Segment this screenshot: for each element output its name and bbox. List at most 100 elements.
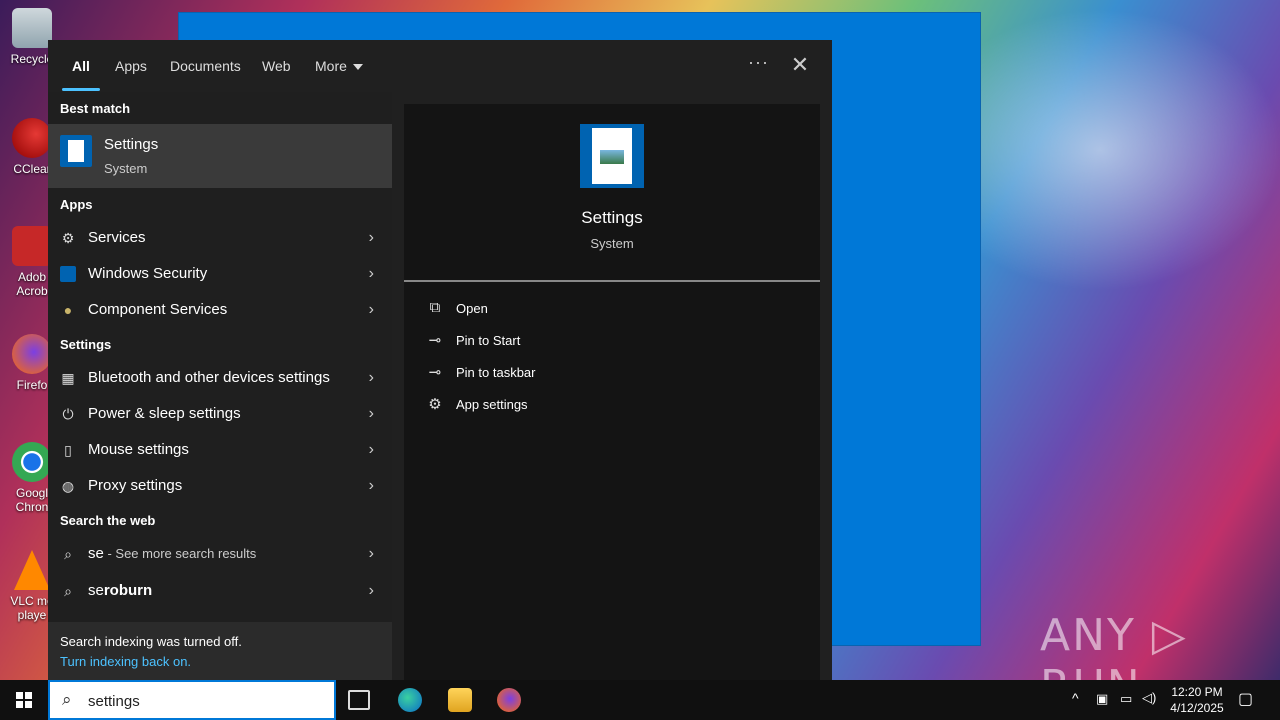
chevron-up-icon[interactable]: ^ [1072,690,1079,720]
tab-all[interactable]: All [72,58,90,74]
pin-icon: ⊸ [428,364,442,381]
action-label: Open [456,301,488,316]
chevron-right-icon[interactable]: › [369,582,374,600]
file-explorer-icon[interactable] [448,688,472,712]
web-result-seroburn[interactable]: ⌕ seroburn › [48,573,392,609]
result-label: Bluetooth and other devices settings [88,369,330,386]
tab-more-label: More [315,58,347,74]
settings-large-icon [580,124,644,188]
tab-apps[interactable]: Apps [115,58,147,74]
chevron-right-icon[interactable]: › [369,405,374,423]
web-result-label: seroburn [88,582,153,599]
globe-icon: ◍ [61,478,75,494]
recycle-bin-icon [12,8,52,48]
edge-icon[interactable] [398,688,422,712]
web-query: se [88,545,104,562]
clock-time: 12:20 PM [1171,685,1223,699]
action-label: Pin to taskbar [456,365,536,380]
turn-indexing-on-link[interactable]: Turn indexing back on. [60,654,191,669]
result-component-services[interactable]: ● Component Services › [48,292,392,328]
result-label: Services [88,229,146,246]
chevron-right-icon[interactable]: › [369,545,374,563]
bluetooth-devices-icon: ▦ [61,370,75,386]
background-window-titlebar [179,13,980,41]
more-options-icon[interactable]: ··· [748,52,769,73]
windows-security-icon [60,266,76,282]
desktop-icon-label: CClear [13,162,51,176]
component-services-icon: ● [63,302,73,318]
search-panel: All Apps Documents Web More ··· ✕ Best m… [48,40,832,680]
desktop-icon-label: Firefo [16,378,48,392]
network-icon[interactable]: ▭ [1120,691,1132,720]
clock-date: 4/12/2025 [1170,701,1224,715]
windows-logo-icon [16,692,32,708]
settings-header: Settings [60,337,112,352]
tab-web[interactable]: Web [262,58,291,74]
chevron-right-icon[interactable]: › [369,441,374,459]
best-match-item[interactable]: Settings System [48,124,392,188]
acrobat-icon [12,226,52,266]
result-power-sleep-settings[interactable]: ⏻ Power & sleep settings › [48,396,392,432]
action-label: App settings [456,397,528,412]
result-mouse-settings[interactable]: ▯ Mouse settings › [48,432,392,468]
chevron-right-icon[interactable]: › [369,229,374,247]
chrome-icon [12,442,52,482]
indexing-notice-text: Search indexing was turned off. [60,634,242,649]
mouse-icon: ▯ [64,442,72,458]
apps-header: Apps [60,197,93,212]
search-icon: ⌕ [64,583,72,599]
taskbar-search-box[interactable]: ⌕ [48,680,336,720]
active-tab-indicator [62,88,100,91]
meet-now-icon[interactable]: ▣ [1096,691,1108,720]
start-button[interactable] [0,680,48,720]
gear-icon: ⚙ [428,396,442,413]
firefox-icon [12,334,52,374]
result-label: Component Services [88,301,228,318]
detail-title: Settings [581,208,643,227]
action-label: Pin to Start [456,333,521,348]
best-match-type: System [104,161,148,176]
search-web-header: Search the web [60,513,156,528]
power-icon: ⏻ [62,406,74,422]
desktop-icon-label: Recycle [10,52,54,66]
chevron-right-icon[interactable]: › [369,301,374,319]
taskbar: ⌕ ^ ▣ ▭ ◁) 12:20 PM 4/12/2025 ▢ [0,680,1280,720]
open-icon: ⧉ [429,299,441,316]
ccleaner-icon [12,118,52,158]
caret-down-icon [352,64,363,71]
close-icon[interactable]: ✕ [790,52,810,77]
detail-subtitle: System [590,236,634,251]
result-windows-security[interactable]: Windows Security › [48,256,392,292]
tab-more[interactable]: More [315,58,363,74]
results-list: Best match Settings System Apps ⚙ Servic… [48,92,392,680]
result-label: Power & sleep settings [88,405,241,422]
best-match-header: Best match [60,101,131,116]
result-proxy-settings[interactable]: ◍ Proxy settings › [48,468,392,504]
indexing-notice: Search indexing was turned off. Turn ind… [48,622,392,680]
chevron-right-icon[interactable]: › [369,369,374,387]
services-icon: ⚙ [61,230,75,246]
desktop-icon-label: Adob Acrob [16,270,48,298]
detail-pane: Settings System ⧉ Open ⊸ Pin to Start ⊸ … [404,104,820,680]
search-icon: ⌕ [62,690,72,709]
chevron-right-icon[interactable]: › [369,265,374,283]
search-icon: ⌕ [64,546,72,562]
volume-icon[interactable]: ◁) [1142,690,1156,720]
settings-app-icon [60,135,92,167]
web-query-suffix: - See more search results [103,546,257,561]
tab-documents[interactable]: Documents [170,58,241,74]
search-tabs: All Apps Documents Web More ··· ✕ [48,40,832,92]
best-match-name: Settings [104,136,159,153]
clock[interactable]: 12:20 PM 4/12/2025 [1162,684,1232,716]
web-query-completion: roburn [103,582,153,599]
chevron-right-icon[interactable]: › [369,477,374,495]
notifications-icon[interactable]: ▢ [1238,689,1253,720]
document-icon [592,128,632,184]
web-result-se[interactable]: ⌕ se - See more search results › [48,536,392,572]
result-services[interactable]: ⚙ Services › [48,220,392,256]
firefox-icon[interactable] [497,688,521,712]
search-input[interactable] [88,690,318,712]
result-bluetooth-settings[interactable]: ▦ Bluetooth and other devices settings › [48,360,392,396]
task-view-icon[interactable] [348,690,370,710]
result-label: Proxy settings [88,477,183,494]
